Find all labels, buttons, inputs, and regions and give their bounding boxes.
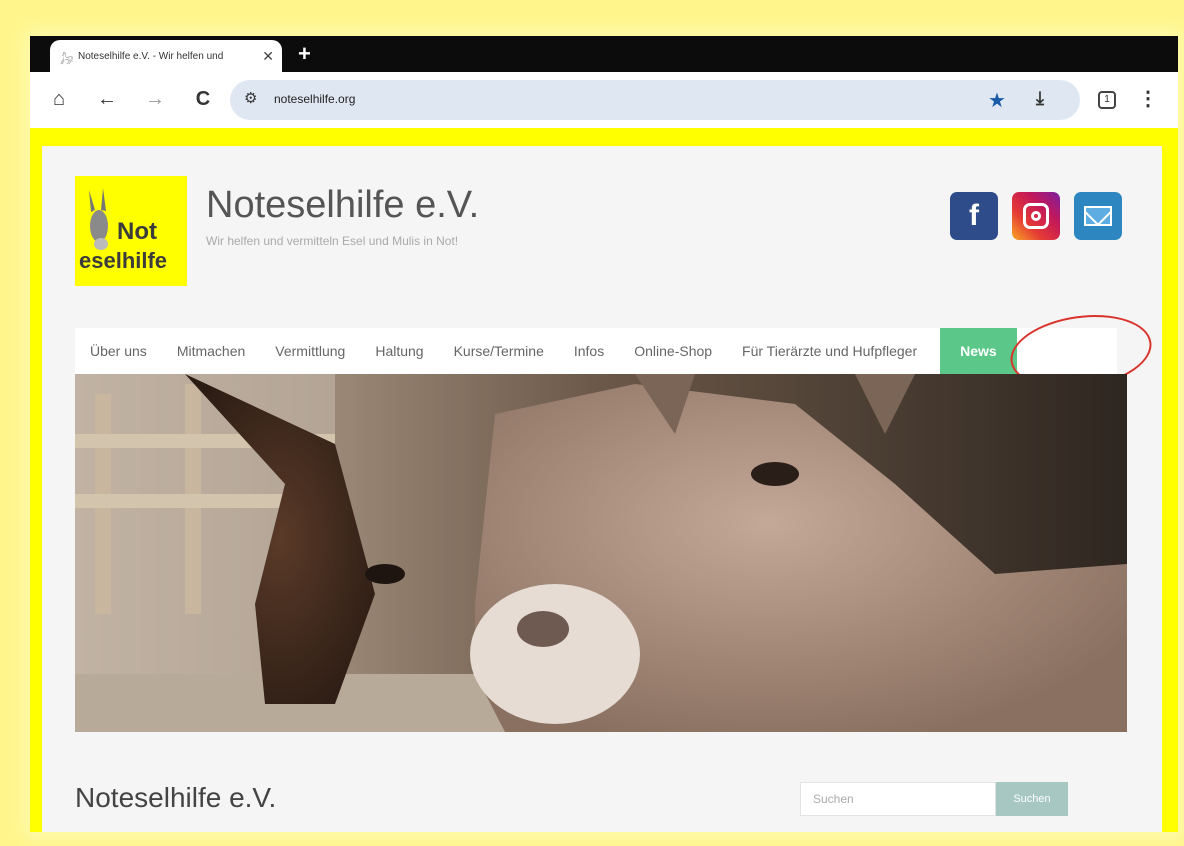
page-title: Noteselhilfe e.V. xyxy=(75,782,277,813)
donkey-favicon-icon: 𓃗 xyxy=(60,55,74,67)
screenshot-frame: 𓃗 Noteselhilfe e.V. - Wir helfen und ✕ +… xyxy=(30,36,1178,832)
hero-image xyxy=(75,374,1127,732)
search-button[interactable]: Suchen xyxy=(996,782,1068,816)
mail-icon[interactable] xyxy=(1074,192,1122,240)
donkey-logo-icon xyxy=(89,188,108,250)
nav-item-kurse-termine[interactable]: Kurse/Termine xyxy=(439,343,559,359)
nav-item-tieraerzte[interactable]: Für Tierärzte und Hufpfleger xyxy=(727,343,932,359)
browser-tab[interactable]: 𓃗 Noteselhilfe e.V. - Wir helfen und ✕ xyxy=(50,40,282,72)
url-text[interactable]: noteselhilfe.org xyxy=(274,92,355,106)
forward-icon[interactable]: → xyxy=(142,86,168,112)
logo-text-eselhilfe: eselhilfe xyxy=(79,248,168,273)
nav-item-online-shop[interactable]: Online-Shop xyxy=(619,343,727,359)
new-tab-button[interactable]: + xyxy=(298,41,311,67)
home-icon[interactable]: ⌂ xyxy=(46,86,72,112)
site-title[interactable]: Noteselhilfe e.V. xyxy=(206,184,479,227)
search-input[interactable] xyxy=(800,782,996,816)
nav-item-infos[interactable]: Infos xyxy=(559,343,619,359)
site-logo[interactable]: Not eselhilfe xyxy=(75,176,187,286)
web-page: Not eselhilfe Noteselhilfe e.V. Wir helf… xyxy=(42,146,1162,832)
bookmark-star-icon[interactable]: ★ xyxy=(988,88,1006,113)
nav-item-vermittlung[interactable]: Vermittlung xyxy=(260,343,360,359)
main-navigation: Über uns Mitmachen Vermittlung Haltung K… xyxy=(75,328,1117,374)
close-tab-icon[interactable]: ✕ xyxy=(262,48,274,65)
nav-item-haltung[interactable]: Haltung xyxy=(360,343,438,359)
nav-item-mitmachen[interactable]: Mitmachen xyxy=(162,343,260,359)
nav-item-news[interactable]: News xyxy=(940,328,1017,374)
logo-text-not: Not xyxy=(117,218,157,245)
back-icon[interactable]: ← xyxy=(94,86,120,112)
instagram-icon[interactable] xyxy=(1012,192,1060,240)
reload-icon[interactable]: C xyxy=(190,86,216,112)
tab-strip: 𓃗 Noteselhilfe e.V. - Wir helfen und ✕ + xyxy=(30,36,1178,72)
donkeys-photo xyxy=(75,374,1127,732)
browser-toolbar: ⌂ ← → C ⚙ noteselhilfe.org ★ ⤓ 1 ⋮ xyxy=(30,72,1178,128)
facebook-icon[interactable]: f xyxy=(950,192,998,240)
tab-count-button[interactable]: 1 xyxy=(1098,91,1116,109)
menu-kebab-icon[interactable]: ⋮ xyxy=(1138,86,1158,111)
address-bar[interactable]: ⚙ noteselhilfe.org ★ ⤓ xyxy=(230,80,1080,120)
nav-item-ueber-uns[interactable]: Über uns xyxy=(75,343,162,359)
tab-title: Noteselhilfe e.V. - Wir helfen und xyxy=(78,50,224,62)
site-settings-icon[interactable]: ⚙ xyxy=(244,89,257,107)
site-tagline: Wir helfen und vermitteln Esel und Mulis… xyxy=(206,234,459,248)
download-icon[interactable]: ⤓ xyxy=(1036,88,1044,109)
